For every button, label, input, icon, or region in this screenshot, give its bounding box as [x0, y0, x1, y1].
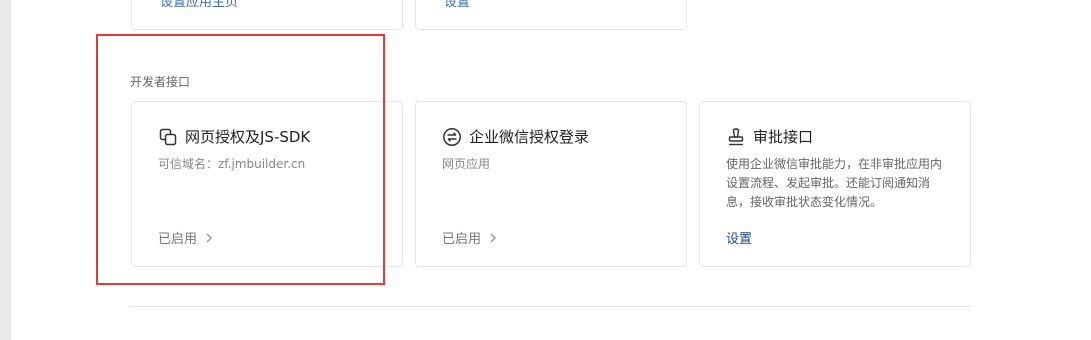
- swap-circle-icon: [442, 127, 462, 147]
- card-header: 审批接口: [726, 126, 813, 147]
- card-wecom-auth-login[interactable]: 企业微信授权登录 网页应用 已启用: [415, 101, 687, 267]
- top-card-app-homepage: 设置应用主页: [131, 0, 403, 30]
- card-description: 使用企业微信审批能力，在非审批应用内设置流程、发起审批。还能订阅通知消息，接收审…: [726, 157, 943, 209]
- card-description: 网页应用: [442, 157, 491, 171]
- card-header: 企业微信授权登录: [442, 126, 589, 147]
- section-divider: [130, 306, 971, 307]
- set-app-homepage-link[interactable]: 设置应用主页: [160, 0, 238, 10]
- card-title: 企业微信授权登录: [469, 128, 590, 146]
- card-title: 审批接口: [753, 128, 814, 146]
- status-label: 已启用: [442, 232, 482, 247]
- top-settings-link[interactable]: 设置: [444, 0, 470, 10]
- left-rail: [0, 0, 11, 340]
- card-approval-api[interactable]: 审批接口 使用企业微信审批能力，在非审批应用内设置流程、发起审批。还能订阅通知消…: [699, 101, 971, 267]
- approval-settings-link[interactable]: 设置: [726, 228, 752, 247]
- stamp-icon: [726, 127, 746, 147]
- status-enabled-link[interactable]: 已启用: [442, 228, 497, 247]
- top-card-settings: 设置: [415, 0, 687, 30]
- red-highlight-box: [96, 34, 385, 285]
- chevron-right-icon: [489, 232, 497, 244]
